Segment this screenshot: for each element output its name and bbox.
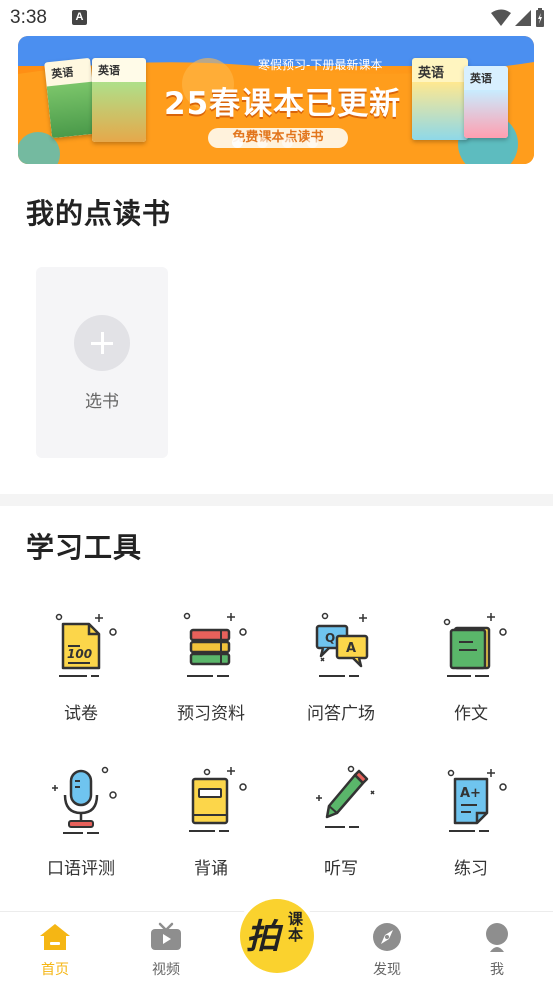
tv-icon: [151, 922, 181, 950]
tool-label: 听写: [324, 859, 358, 879]
banner-book-2: 英语: [92, 58, 146, 142]
tool-label: 作文: [454, 704, 488, 724]
banner-book-3: 英语: [412, 58, 468, 140]
banner-book-4: 英语: [464, 66, 508, 138]
svg-text:Q: Q: [325, 631, 335, 645]
banner-dot[interactable]: [282, 137, 293, 148]
microphone-icon: [52, 766, 117, 834]
svg-text:A: A: [346, 641, 356, 656]
qa-chat-icon: Q A: [315, 612, 369, 677]
banner-pagination: [232, 137, 318, 148]
wifi-icon: [491, 9, 511, 26]
tool-label: 口语评测: [47, 859, 115, 879]
tool-label: 问答广场: [307, 704, 375, 724]
tool-qa[interactable]: Q A 问答广场: [281, 610, 401, 724]
pencil-icon: [316, 765, 375, 828]
nav-discover[interactable]: 发现: [352, 922, 422, 979]
composition-notebook-icon: [443, 613, 507, 677]
promo-banner[interactable]: 英语 英语 英语 英语 寒假预习-下册最新课本 25春课本已更新 免费课本点读书: [18, 36, 534, 164]
nav-home[interactable]: 首页: [20, 922, 90, 979]
nav-label: 首页: [41, 962, 69, 978]
svg-text:100: 100: [67, 647, 92, 661]
profile-icon: [486, 923, 508, 952]
nav-video[interactable]: 视频: [131, 922, 201, 979]
status-bar: 3:38 A: [0, 0, 553, 36]
my-books-title: 我的点读书: [26, 197, 172, 230]
tool-oral[interactable]: 口语评测: [21, 765, 141, 879]
nav-label: 发现: [373, 962, 401, 978]
tool-composition[interactable]: 作文: [411, 610, 531, 724]
banner-tag: 寒假预习-下册最新课本: [258, 58, 383, 72]
home-icon: [40, 924, 70, 950]
signal-icon: [515, 10, 531, 26]
tool-preview[interactable]: 预习资料: [151, 610, 271, 724]
tool-recite[interactable]: 背诵: [151, 765, 271, 879]
add-book-label: 选书: [85, 392, 119, 412]
tool-exam[interactable]: 100 试卷: [21, 610, 141, 724]
practice-sheet-icon: A+: [447, 769, 507, 832]
capture-button-face: 拍 课本: [240, 899, 314, 973]
tool-dictation[interactable]: 听写: [281, 765, 401, 879]
banner-dot[interactable]: [232, 137, 243, 148]
status-time: 3:38: [10, 7, 47, 28]
nav-profile[interactable]: 我: [462, 922, 532, 979]
add-book-card[interactable]: 选书: [36, 267, 168, 458]
banner-dot[interactable]: [307, 137, 318, 148]
capture-textbook-button[interactable]: 拍 课本: [236, 895, 318, 977]
banner-book-1: 英语: [44, 57, 98, 139]
banner-title: 25春课本已更新: [164, 86, 402, 122]
recite-book-icon: [189, 767, 247, 832]
exam-paper-icon: 100: [55, 613, 117, 677]
book-stack-icon: [183, 612, 247, 677]
tools-title: 学习工具: [26, 531, 143, 564]
battery-icon: [536, 8, 544, 27]
tool-practice[interactable]: A+ 练习: [411, 765, 531, 879]
section-divider: [0, 494, 553, 506]
plus-icon: [74, 315, 130, 371]
compass-icon: [373, 923, 401, 951]
tool-label: 试卷: [64, 704, 98, 724]
nav-label: 视频: [152, 962, 180, 978]
tool-label: 预习资料: [177, 704, 245, 724]
capture-main-label: 拍: [246, 917, 280, 957]
tool-label: 背诵: [194, 859, 228, 879]
status-icons: [491, 8, 545, 28]
capture-sub-label: 课本: [288, 910, 304, 944]
banner-dot[interactable]: [257, 137, 268, 148]
svg-text:A+: A+: [460, 786, 481, 801]
nav-label: 我: [490, 962, 504, 978]
notification-icon: A: [72, 10, 87, 25]
tool-label: 练习: [454, 859, 488, 879]
